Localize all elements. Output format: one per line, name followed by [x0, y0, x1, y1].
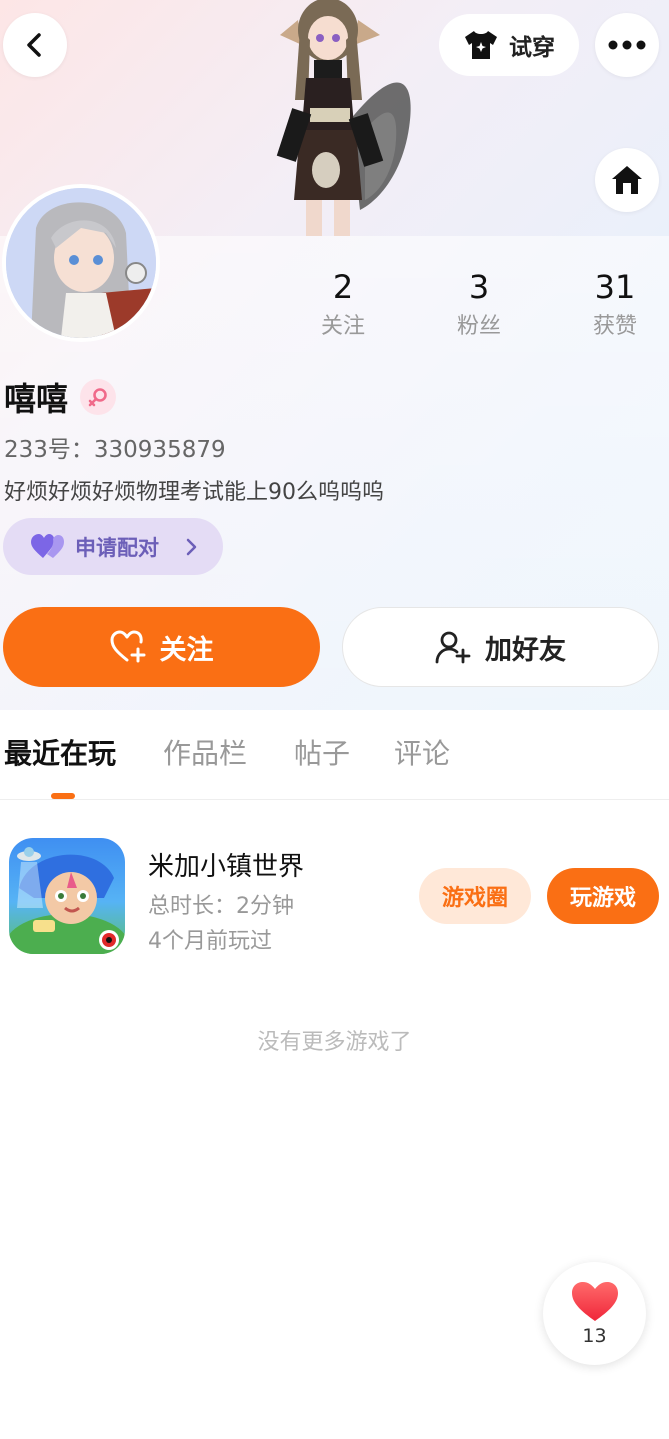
add-friend-button[interactable]: 加好友: [342, 607, 659, 687]
follow-label: 关注: [159, 634, 214, 666]
tab-posts[interactable]: 帖子: [294, 732, 350, 772]
heart-icon: [571, 1281, 618, 1321]
stat-value: 31: [594, 268, 636, 306]
stat-fans[interactable]: 3 粉丝: [429, 268, 529, 340]
heart-plus-icon: [110, 630, 145, 663]
profile-bio: 好烦好烦好烦物理考试能上90么呜呜呜: [4, 480, 384, 505]
request-pair-label: 申请配对: [75, 535, 159, 560]
more-button[interactable]: [595, 13, 659, 77]
chevron-right-icon: [186, 538, 197, 555]
character-avatar-3d: [276, 0, 411, 236]
no-more-text: 没有更多游戏了: [257, 1030, 412, 1055]
add-user-icon: [435, 631, 471, 664]
list-item[interactable]: 米加小镇世界 总时长：2分钟 4个月前玩过 游戏圈 玩游戏: [0, 838, 669, 958]
back-button[interactable]: [3, 13, 67, 77]
stat-label: 粉丝: [456, 314, 501, 339]
play-game-button[interactable]: 玩游戏: [547, 868, 659, 924]
like-count: 13: [582, 1324, 607, 1347]
like-button[interactable]: 13: [543, 1262, 646, 1365]
chevron-left-icon: [27, 33, 41, 57]
user-id: 233号：330935879: [4, 437, 226, 463]
game-title: 米加小镇世界: [148, 852, 305, 882]
follow-button[interactable]: 关注: [3, 607, 320, 687]
double-heart-icon: [31, 533, 64, 558]
stat-value: 3: [468, 268, 490, 306]
game-duration: 总时长：2分钟: [148, 894, 294, 919]
try-on-label: 试穿: [509, 35, 555, 61]
profile-name: 嘻嘻: [4, 380, 69, 418]
game-icon[interactable]: [9, 838, 125, 954]
game-circle-button[interactable]: 游戏圈: [419, 868, 531, 924]
tab-bar: 最近在玩 作品栏 帖子 评论: [0, 732, 669, 800]
tab-recent-play[interactable]: 最近在玩: [4, 732, 116, 772]
try-on-button[interactable]: 试穿: [439, 14, 579, 76]
stat-label: 获赞: [592, 314, 637, 339]
stat-following[interactable]: 2 关注: [293, 268, 393, 340]
avatar-image: [6, 188, 156, 338]
tab-divider: [0, 799, 669, 800]
more-dots-icon: [608, 40, 646, 50]
tshirt-icon: [465, 31, 497, 59]
stat-value: 2: [332, 268, 354, 306]
game-last-played: 4个月前玩过: [148, 929, 272, 954]
tab-works[interactable]: 作品栏: [163, 732, 247, 772]
avatar[interactable]: [2, 184, 160, 342]
add-friend-label: 加好友: [485, 634, 566, 666]
tab-comments[interactable]: 评论: [394, 732, 450, 772]
request-pair-button[interactable]: 申请配对: [3, 518, 223, 575]
home-icon: [612, 166, 642, 194]
home-button[interactable]: [595, 148, 659, 212]
female-icon: [80, 379, 117, 415]
stat-label: 关注: [320, 314, 365, 339]
stat-likes[interactable]: 31 获赞: [565, 268, 665, 340]
profile-name-row: 嘻嘻: [4, 374, 117, 420]
